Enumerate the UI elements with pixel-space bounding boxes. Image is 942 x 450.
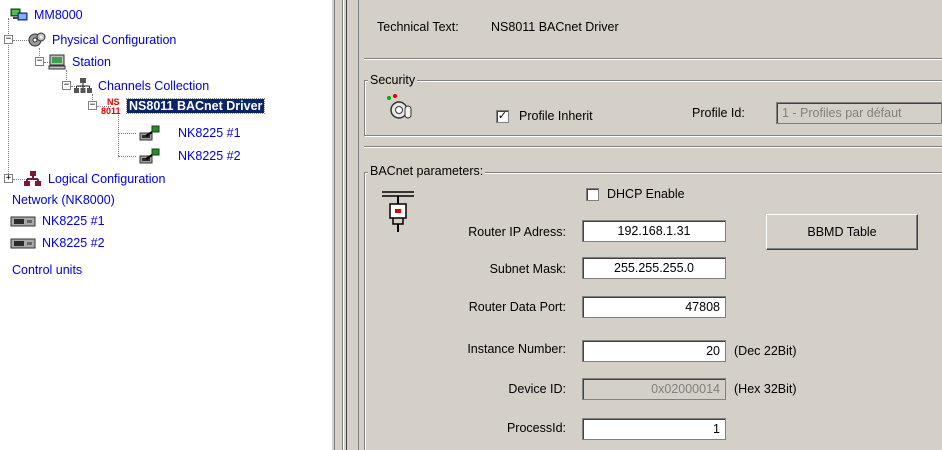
- tree-node-nk8225-1[interactable]: NK8225 #1: [138, 124, 243, 142]
- expand-toggle-logical[interactable]: +: [4, 174, 13, 183]
- dhcp-enable-label: DHCP Enable: [607, 187, 685, 201]
- process-id-label: ProcessId:: [506, 421, 566, 435]
- tree-node-unit-nk8225-1[interactable]: NK8225 #1: [10, 212, 107, 230]
- tree-node-channels-collection[interactable]: Channels Collection: [74, 77, 211, 95]
- network-hierarchy-icon: [74, 78, 92, 94]
- collapse-toggle-channels[interactable]: −: [62, 81, 71, 90]
- tree-node-mm8000[interactable]: MM8000: [10, 6, 85, 24]
- tree-node-unit-nk8225-2[interactable]: NK8225 #2: [10, 234, 107, 252]
- tree-node-label: Control units: [12, 263, 83, 277]
- tree-node-station[interactable]: Station: [48, 53, 113, 71]
- tree-node-label: NS8011 BACnet Driver: [125, 98, 266, 114]
- security-group-title: Security: [368, 73, 418, 87]
- router-data-port-label: Router Data Port:: [468, 300, 566, 314]
- driver-badge-bottom: 8011: [101, 106, 121, 116]
- tree-connector: [118, 133, 136, 134]
- splitter-line: [334, 0, 335, 450]
- profile-id-label: Profile Id:: [692, 106, 745, 120]
- tree-node-nk8225-2[interactable]: NK8225 #2: [138, 147, 243, 165]
- field-panel-icon: [138, 148, 172, 164]
- ns8011-driver-icon: NS 8011: [101, 97, 123, 116]
- pane-splitter[interactable]: [332, 0, 360, 450]
- tree-node-label: Channels Collection: [98, 79, 210, 93]
- device-id-label: Device ID:: [508, 382, 566, 396]
- computer-network-icon: [10, 7, 28, 23]
- tree-node-ns8011-driver[interactable]: NS 8011 NS8011 BACnet Driver: [101, 97, 266, 116]
- subnet-mask-label: Subnet Mask:: [489, 262, 566, 276]
- splitter-line: [343, 0, 344, 450]
- driver-badge-top: NS: [107, 97, 120, 107]
- bacnet-parameters-title: BACnet parameters:: [368, 164, 486, 178]
- splitter-line: [346, 0, 347, 450]
- tree-node-label: Network (NK8000): [12, 193, 115, 207]
- tree-node-logical-configuration[interactable]: Logical Configuration: [24, 170, 167, 188]
- technical-text-value: NS8011 BACnet Driver: [491, 20, 619, 34]
- instance-number-hint: (Dec 22Bit): [734, 344, 797, 358]
- network-connector-icon: [380, 190, 416, 238]
- tree-connector: [118, 115, 119, 156]
- tree-node-label: NK8225 #2: [178, 149, 241, 163]
- router-data-port-field[interactable]: 47808: [582, 296, 726, 318]
- field-panel-icon: [138, 125, 172, 141]
- logical-tree-icon: [24, 171, 42, 187]
- process-id-field[interactable]: 1: [582, 418, 726, 440]
- tree-node-network[interactable]: Network (NK8000): [10, 191, 117, 209]
- technical-text-label: Technical Text:: [377, 20, 459, 34]
- collapse-toggle-station[interactable]: −: [35, 57, 44, 66]
- tree-node-control-units[interactable]: Control units: [10, 261, 84, 279]
- tree-connector: [118, 156, 136, 157]
- gears-icon: [28, 32, 46, 48]
- profile-inherit-checkbox[interactable]: ✓: [496, 110, 509, 123]
- details-pane: Technical Text: NS8011 BACnet Driver Sec…: [360, 0, 942, 450]
- control-unit-icon: [10, 235, 36, 251]
- router-ip-field[interactable]: 192.168.1.31: [582, 220, 726, 242]
- tree-connector: [13, 40, 29, 41]
- tree-node-physical-configuration[interactable]: Physical Configuration: [28, 31, 178, 49]
- tree-node-label: Logical Configuration: [48, 172, 166, 186]
- tree-node-label: Station: [72, 55, 111, 69]
- subnet-mask-field[interactable]: 255.255.255.0: [582, 257, 726, 279]
- collapse-toggle-driver[interactable]: −: [88, 101, 97, 110]
- bbmd-table-button[interactable]: BBMD Table: [766, 214, 918, 250]
- tree-node-label: NK8225 #1: [42, 214, 105, 228]
- tree-node-label: NK8225 #2: [42, 236, 105, 250]
- station-monitor-icon: [48, 54, 66, 70]
- collapse-toggle-physical[interactable]: −: [4, 35, 13, 44]
- control-unit-icon: [10, 213, 36, 229]
- section-divider: [364, 58, 942, 60]
- profile-id-field[interactable]: 1 - Profiles par défaut: [776, 102, 942, 124]
- profile-inherit-label: Profile Inherit: [519, 109, 593, 123]
- tree-node-label: Physical Configuration: [52, 33, 177, 47]
- security-key-icon: [386, 94, 412, 124]
- splitter-line: [358, 0, 359, 450]
- navigation-tree: − − − − + MM8000 Physical Configuration …: [0, 0, 332, 450]
- router-ip-label: Router IP Adress:: [468, 225, 566, 239]
- section-divider: [364, 146, 942, 148]
- tree-node-label: MM8000: [34, 8, 83, 22]
- device-id-hint: (Hex 32Bit): [734, 382, 797, 396]
- tree-node-label: NK8225 #1: [178, 126, 241, 140]
- device-id-field[interactable]: 0x02000014: [582, 378, 726, 400]
- instance-number-field[interactable]: 20: [582, 340, 726, 362]
- instance-number-label: Instance Number:: [467, 342, 566, 356]
- dhcp-enable-checkbox[interactable]: [586, 188, 599, 201]
